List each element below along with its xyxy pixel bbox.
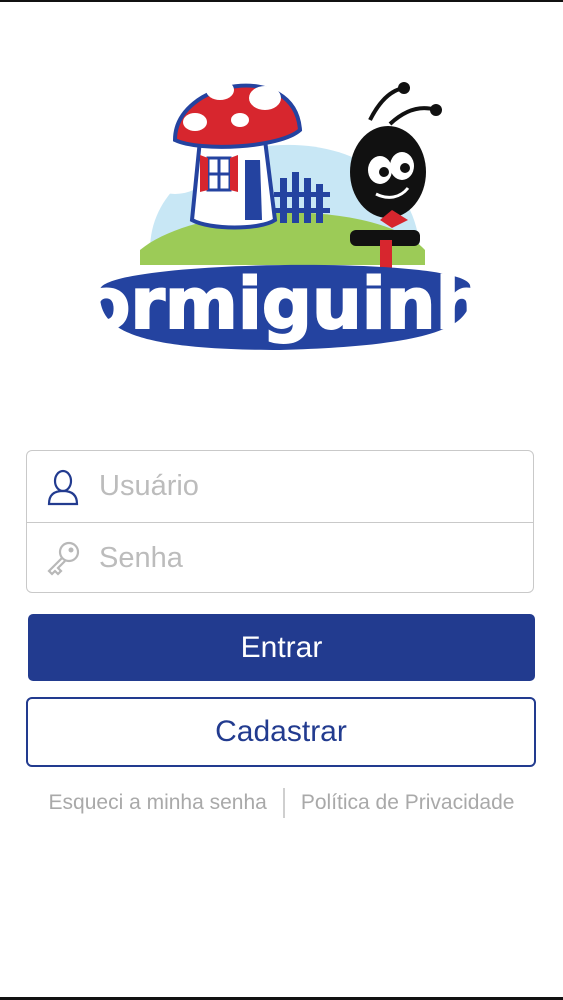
brand-logo: Formiguinha [80, 60, 480, 360]
formiguinha-logo-illustration: Formiguinha [80, 80, 480, 350]
forgot-password-link[interactable]: Esqueci a minha senha [49, 791, 267, 815]
username-field-row [27, 451, 533, 522]
signup-button[interactable]: Cadastrar [26, 697, 536, 767]
login-button[interactable]: Entrar [28, 614, 535, 681]
login-form [26, 450, 534, 593]
username-input[interactable] [97, 469, 481, 504]
key-icon [43, 539, 83, 579]
privacy-policy-link[interactable]: Política de Privacidade [301, 791, 515, 815]
footer-links: Esqueci a minha senha Política de Privac… [0, 786, 563, 820]
top-frame-border [0, 0, 563, 2]
password-input[interactable] [97, 541, 481, 576]
link-separator [282, 788, 285, 818]
user-icon [43, 467, 83, 507]
password-field-row [27, 522, 533, 594]
svg-text:Formiguinha: Formiguinha [80, 263, 480, 345]
